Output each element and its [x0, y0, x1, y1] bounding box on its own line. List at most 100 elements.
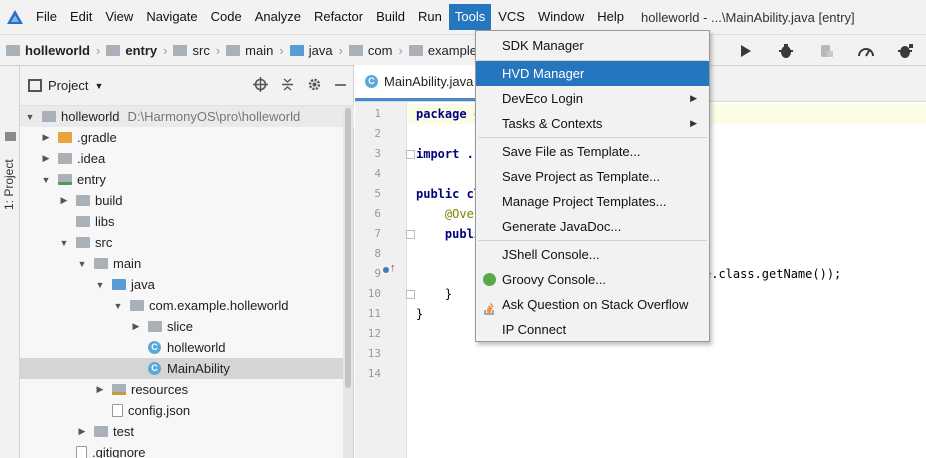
tree-item[interactable]: ▶ .gradle	[20, 127, 354, 148]
chevron-right-icon[interactable]: ▶	[40, 153, 52, 164]
collapse-all-icon[interactable]	[280, 77, 295, 95]
fold-marker-icon[interactable]	[406, 290, 415, 299]
code-line-9[interactable]: publi	[416, 227, 481, 241]
chevron-down-icon[interactable]: ▼	[58, 238, 70, 248]
menu-separator	[478, 240, 707, 241]
tree-item[interactable]: C holleworld	[20, 337, 354, 358]
tree-item[interactable]: config.json	[20, 400, 354, 421]
override-marker-icon[interactable]	[383, 267, 389, 273]
chevron-right-icon[interactable]: ▶	[76, 426, 88, 437]
menu-item-deveco-login[interactable]: DevEco Login ▶	[476, 86, 709, 111]
project-view-selector[interactable]: Project	[48, 78, 88, 93]
breadcrumb-java[interactable]: java	[289, 43, 333, 58]
chevron-right-icon[interactable]: ▶	[130, 321, 142, 332]
tree-item[interactable]: ▼ holleworld D:\HarmonyOS\pro\holleworld	[20, 106, 354, 127]
fold-marker-icon[interactable]	[406, 230, 415, 239]
breadcrumb-example[interactable]: example	[408, 43, 477, 58]
tree-item[interactable]: ▶ build	[20, 190, 354, 211]
tree-item[interactable]: .gitignore	[20, 442, 354, 458]
menu-navigate[interactable]: Navigate	[140, 4, 203, 30]
line-number: 8	[374, 247, 381, 260]
breadcrumb-com[interactable]: com	[348, 43, 392, 58]
fold-marker-icon[interactable]	[406, 150, 415, 159]
tree-item[interactable]: ▼ src	[20, 232, 354, 253]
tree-item[interactable]: ▼ main	[20, 253, 354, 274]
chevron-down-icon[interactable]: ▼	[24, 112, 36, 122]
chevron-down-icon[interactable]: ▼	[76, 259, 88, 269]
menu-vcs[interactable]: VCS	[492, 4, 531, 30]
tab-mainability-java[interactable]: C MainAbility.java	[355, 65, 484, 101]
breadcrumb-holleworld[interactable]: holleworld	[6, 43, 90, 58]
menu-run[interactable]: Run	[412, 4, 448, 30]
tree-item-label: .gradle	[77, 130, 117, 145]
breadcrumb-src[interactable]: src	[173, 43, 210, 58]
code-line-10[interactable]: s	[416, 247, 481, 261]
tree-item[interactable]: ▶ resources	[20, 379, 354, 400]
code-line-1[interactable]: package c	[416, 107, 481, 121]
menu-help[interactable]: Help	[591, 4, 630, 30]
run-icon[interactable]	[726, 35, 766, 66]
tree-item[interactable]: ▼ java	[20, 274, 354, 295]
menu-item-sdk-manager[interactable]: SDK Manager	[476, 33, 709, 58]
code-line-12[interactable]: }	[416, 287, 452, 301]
chevron-down-icon[interactable]: ▼	[94, 280, 106, 290]
tree-item[interactable]: libs	[20, 211, 354, 232]
tree-item[interactable]: ▶ .idea	[20, 148, 354, 169]
menu-file[interactable]: File	[30, 4, 63, 30]
menu-item-ip-connect[interactable]: IP Connect	[476, 317, 709, 342]
device-debug-icon[interactable]	[886, 35, 926, 66]
code-line-11-tail[interactable]: e.class.getName());	[704, 267, 841, 281]
menu-edit[interactable]: Edit	[64, 4, 98, 30]
breadcrumb-entry[interactable]: entry	[106, 43, 157, 58]
folder-icon	[42, 111, 56, 122]
line-number: 6	[374, 207, 381, 220]
breadcrumb-label: entry	[125, 42, 158, 58]
attach-debugger-icon[interactable]	[806, 35, 846, 66]
chevron-right-icon: ›	[215, 42, 221, 58]
menu-refactor[interactable]: Refactor	[308, 4, 369, 30]
tree-item-label: resources	[131, 382, 189, 397]
debug-icon[interactable]	[766, 35, 806, 66]
chevron-right-icon[interactable]: ▶	[94, 384, 106, 395]
tree-item[interactable]: ▶ slice	[20, 316, 354, 337]
up-arrow-icon[interactable]: ↑	[390, 262, 396, 274]
menu-tools[interactable]: Tools	[448, 4, 492, 30]
chevron-right-icon: ›	[279, 42, 284, 58]
tree-item[interactable]: ▼ entry	[20, 169, 354, 190]
menu-item-save-project-template[interactable]: Save Project as Template...	[476, 164, 709, 189]
menu-item-hvd-manager[interactable]: HVD Manager	[476, 61, 709, 86]
menu-analyze[interactable]: Analyze	[249, 4, 307, 30]
project-tool-window-button[interactable]: 1: Project	[2, 130, 16, 210]
hide-panel-icon[interactable]	[334, 78, 347, 94]
tree-item[interactable]: C MainAbility	[20, 358, 354, 379]
menu-item-groovy-console[interactable]: Groovy Console...	[476, 267, 709, 292]
menu-item-ask-stack-overflow[interactable]: Ask Question on Stack Overflow	[476, 292, 709, 317]
menu-item-manage-project-templates[interactable]: Manage Project Templates...	[476, 189, 709, 214]
chevron-down-icon[interactable]: ▼	[112, 301, 124, 311]
tree-item-label: test	[113, 424, 134, 439]
menu-view[interactable]: View	[99, 4, 139, 30]
scrollbar-thumb[interactable]	[345, 108, 351, 388]
profiler-icon[interactable]	[846, 35, 886, 66]
locate-file-icon[interactable]	[253, 77, 268, 95]
breadcrumb-main[interactable]: main	[226, 43, 273, 58]
chevron-right-icon[interactable]: ▶	[40, 132, 52, 143]
tree-item[interactable]: ▶ test	[20, 421, 354, 442]
menu-item-generate-javadoc[interactable]: Generate JavaDoc...	[476, 214, 709, 239]
code-line-13[interactable]: }	[416, 307, 423, 321]
line-number: 12	[367, 327, 381, 340]
menu-build[interactable]: Build	[370, 4, 411, 30]
menu-item-save-file-template[interactable]: Save File as Template...	[476, 139, 709, 164]
code-line-11[interactable]: s	[416, 267, 481, 281]
gear-icon[interactable]	[307, 77, 322, 95]
menu-item-jshell-console[interactable]: JShell Console...	[476, 242, 709, 267]
tree-item[interactable]: ▼ com.example.holleworld	[20, 295, 354, 316]
menu-window[interactable]: Window	[532, 4, 590, 30]
chevron-down-icon[interactable]: ▼	[94, 81, 103, 91]
chevron-down-icon[interactable]: ▼	[40, 175, 52, 185]
code-line-7[interactable]: public cl	[416, 187, 481, 201]
chevron-right-icon[interactable]: ▶	[58, 195, 70, 206]
vertical-scrollbar[interactable]	[343, 106, 353, 458]
menu-code[interactable]: Code	[205, 4, 248, 30]
menu-item-tasks-contexts[interactable]: Tasks & Contexts ▶	[476, 111, 709, 136]
